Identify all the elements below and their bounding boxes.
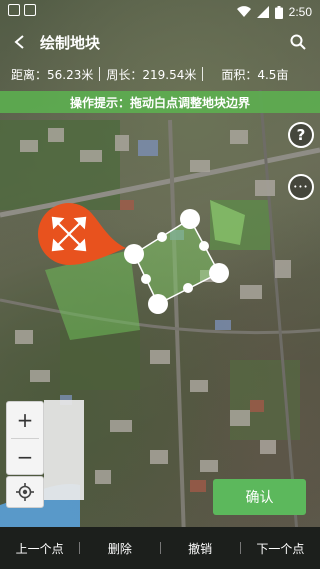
midpoint-handle[interactable]	[199, 241, 209, 251]
vertex-handle[interactable]	[124, 244, 144, 264]
locate-button[interactable]	[6, 476, 44, 508]
help-button[interactable]: ?	[288, 122, 314, 148]
wifi-icon	[236, 6, 251, 18]
plus-icon: +	[16, 408, 34, 432]
area-stat: 面积：4.5亩	[221, 67, 289, 82]
more-dots-icon: •••	[293, 183, 309, 191]
search-button[interactable]	[286, 30, 310, 54]
title-bar: 绘制地块	[0, 24, 320, 60]
confirm-button[interactable]: 确认	[213, 479, 306, 515]
status-bar: 2:50	[0, 0, 320, 24]
midpoint-handle[interactable]	[157, 232, 167, 242]
undo-button[interactable]: 撤销	[161, 540, 240, 557]
zoom-in-button[interactable]: +	[7, 402, 43, 438]
next-point-button[interactable]: 下一个点	[241, 540, 320, 557]
back-button[interactable]	[0, 24, 40, 60]
more-button[interactable]: •••	[288, 174, 314, 200]
page-title: 绘制地块	[40, 33, 101, 52]
plot-polygon	[133, 217, 221, 306]
operation-hint-banner: 操作提示：拖动白点调整地块边界	[0, 91, 320, 113]
delete-button[interactable]: 删除	[80, 540, 159, 557]
signal-icon	[256, 6, 269, 18]
vertex-handle[interactable]	[148, 294, 168, 314]
notification-icons	[8, 4, 36, 16]
vertex-handle[interactable]	[209, 263, 229, 283]
help-icon: ?	[296, 126, 306, 144]
notification-icon	[24, 4, 36, 16]
battery-icon	[274, 5, 283, 19]
crosshair-locate-icon	[16, 483, 34, 501]
zoom-out-button[interactable]: −	[7, 439, 43, 475]
move-vertex-pin[interactable]	[38, 203, 126, 265]
perimeter-stat: 周长：219.54米	[106, 67, 197, 82]
midpoint-handle[interactable]	[141, 274, 151, 284]
hint-text: 操作提示：拖动白点调整地块边界	[69, 95, 250, 110]
notification-icon	[8, 4, 20, 16]
vertex-handle[interactable]	[180, 209, 200, 229]
minus-icon: −	[16, 445, 34, 469]
status-time: 2:50	[288, 5, 312, 19]
bottom-toolbar: 上一个点 删除 撤销 下一个点	[0, 527, 320, 569]
measurement-stats: 距离：56.23米 周长：219.54米 面积：4.5亩	[0, 62, 320, 86]
zoom-controls: + −	[6, 401, 44, 475]
chevron-left-icon	[14, 35, 24, 49]
previous-point-button[interactable]: 上一个点	[0, 540, 79, 557]
divider	[202, 67, 204, 81]
divider	[99, 67, 101, 81]
distance-stat: 距离：56.23米	[11, 67, 94, 82]
confirm-label: 确认	[245, 490, 274, 506]
search-icon	[290, 34, 306, 50]
midpoint-handle[interactable]	[183, 283, 193, 293]
